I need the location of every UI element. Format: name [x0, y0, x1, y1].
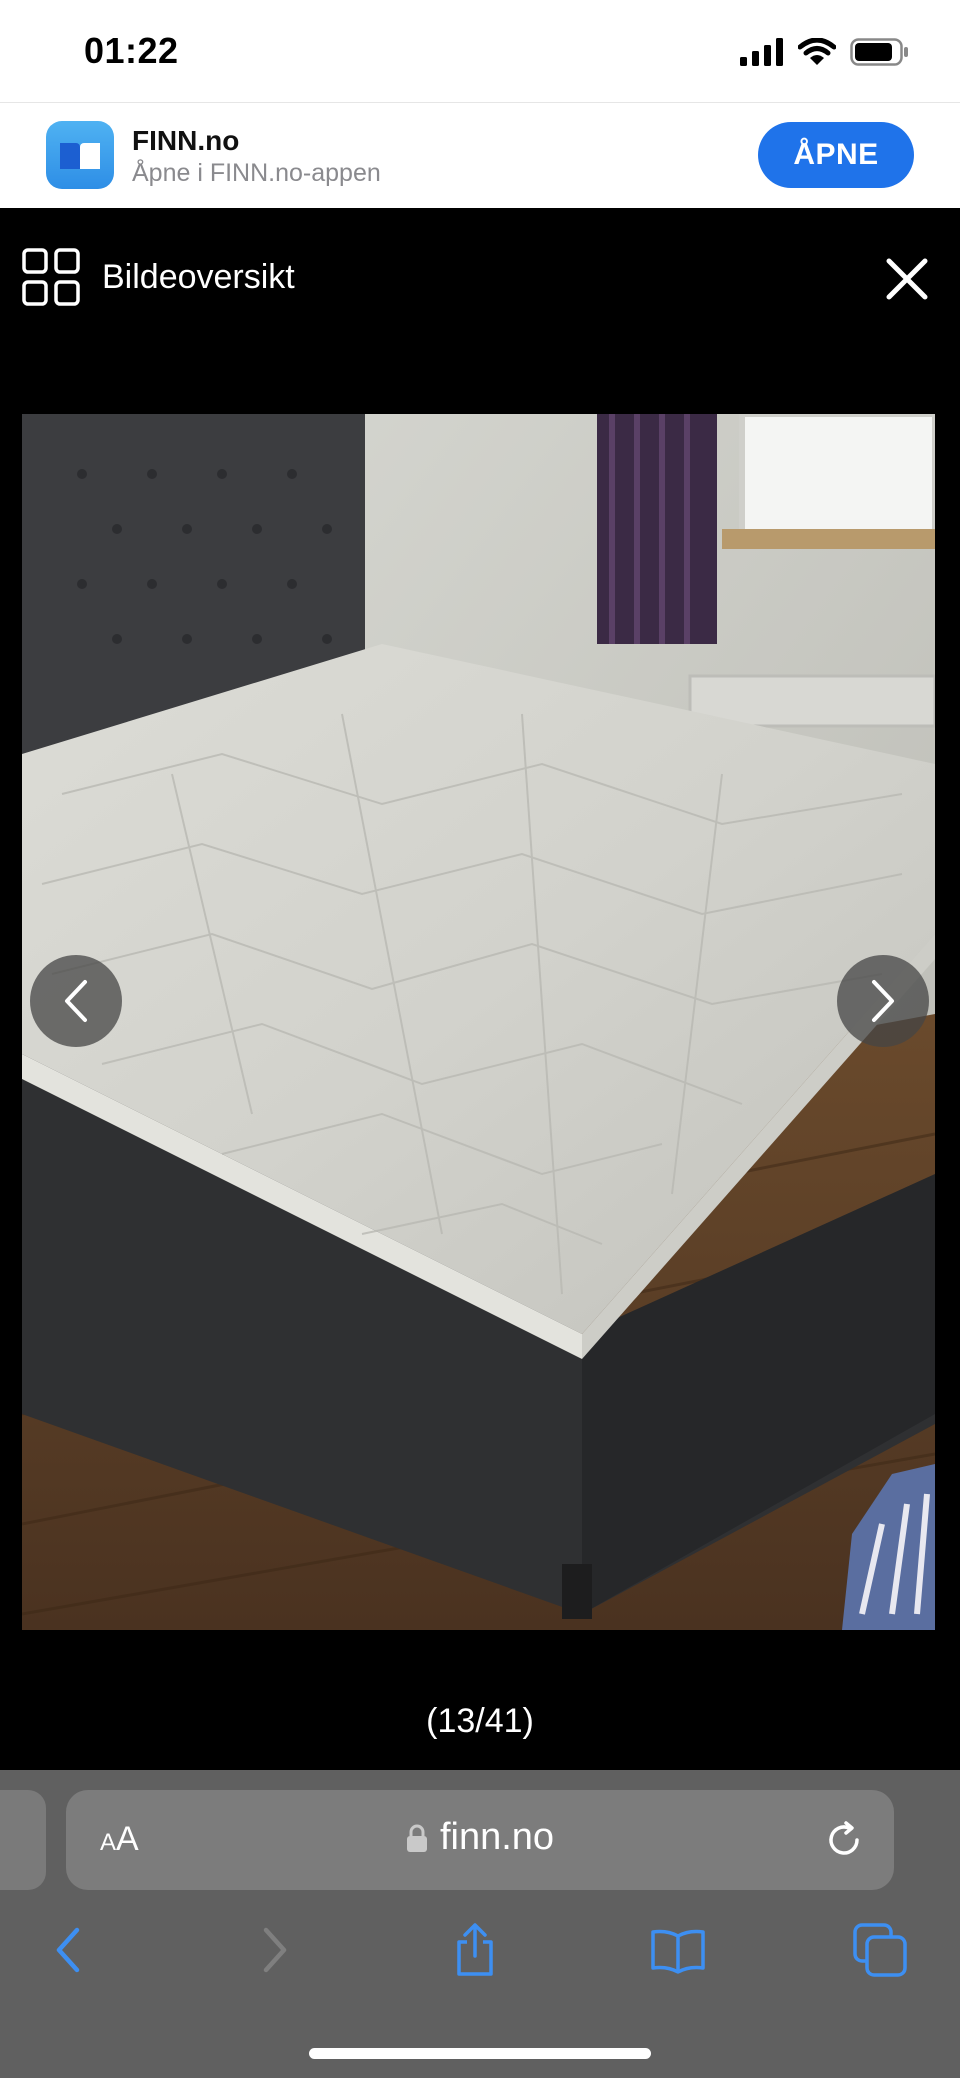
- finn-app-icon[interactable]: [46, 121, 114, 189]
- cellular-signal-icon: [740, 38, 783, 66]
- back-button[interactable]: [38, 1920, 98, 1980]
- tabs-icon: [853, 1923, 907, 1977]
- gallery-header: Bildeoversikt: [0, 208, 960, 348]
- reload-icon[interactable]: [824, 1820, 864, 1860]
- image-overview-link[interactable]: Bildeoversikt: [102, 258, 295, 297]
- app-subtitle: Åpne i FINN.no-appen: [132, 159, 381, 187]
- bookmarks-icon: [651, 1929, 705, 1974]
- browser-toolbar: AA finn.no: [0, 1770, 960, 2078]
- previous-image-button[interactable]: [30, 955, 122, 1047]
- app-name: FINN.no: [132, 125, 240, 156]
- browser-bottom-toolbar: [0, 1920, 960, 2000]
- url-text: finn.no: [439, 1816, 555, 1858]
- chevron-right-icon: [872, 980, 894, 1022]
- bed-photo: [22, 414, 935, 1630]
- tabs-button[interactable]: [850, 1920, 910, 1980]
- status-bar: 01:22: [0, 0, 960, 102]
- status-time: 01:22: [84, 30, 179, 71]
- battery-icon: [850, 38, 908, 66]
- grid-icon[interactable]: [22, 248, 80, 306]
- previous-tab-peek[interactable]: [0, 1790, 46, 1890]
- status-icons: [740, 34, 910, 70]
- image-counter: (13/41): [426, 1702, 534, 1740]
- home-indicator: [309, 2048, 651, 2059]
- url-display[interactable]: finn.no: [66, 1816, 894, 1859]
- open-app-button[interactable]: ÅPNE: [758, 122, 914, 188]
- wifi-icon: [798, 38, 836, 65]
- forward-icon: [263, 1927, 287, 1973]
- chevron-left-icon: [65, 980, 87, 1022]
- smart-app-banner: FINN.no Åpne i FINN.no-appen ÅPNE: [0, 102, 960, 208]
- forward-button[interactable]: [245, 1920, 305, 1980]
- gallery-photo[interactable]: [22, 414, 935, 1630]
- bookmarks-button[interactable]: [648, 1920, 708, 1980]
- lock-icon: [406, 1824, 427, 1852]
- share-button[interactable]: [445, 1920, 505, 1980]
- close-icon[interactable]: [884, 256, 930, 302]
- next-image-button[interactable]: [837, 955, 929, 1047]
- back-icon: [56, 1927, 80, 1973]
- address-bar[interactable]: AA finn.no: [66, 1790, 894, 1890]
- share-icon: [457, 1923, 493, 1976]
